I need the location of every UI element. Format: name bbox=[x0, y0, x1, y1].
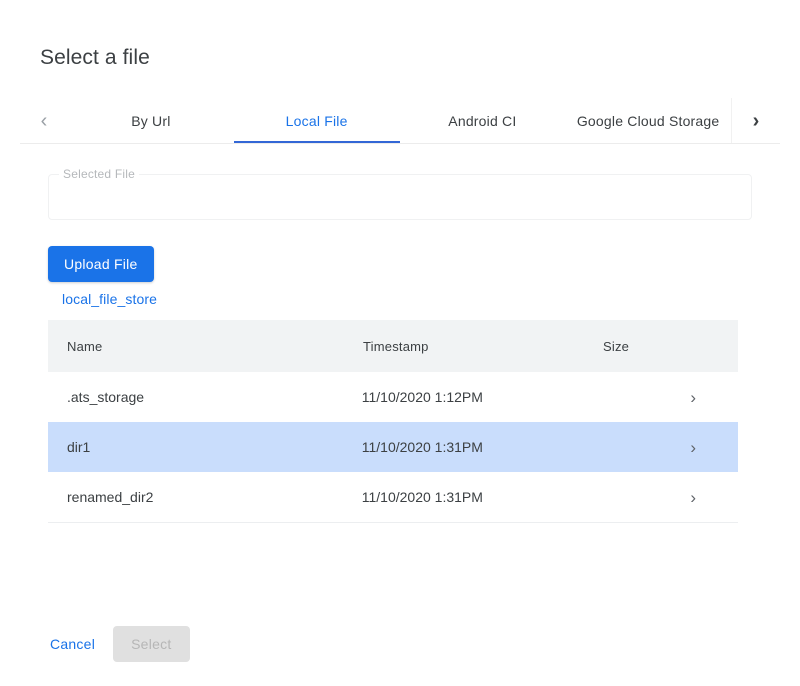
tab-label: By Url bbox=[131, 113, 170, 129]
cell-timestamp: 11/10/2020 1:31PM bbox=[362, 489, 601, 505]
select-button[interactable]: Select bbox=[113, 626, 189, 662]
tab-google-cloud-storage[interactable]: Google Cloud Storage bbox=[565, 98, 731, 143]
selected-file-label: Selected File bbox=[59, 167, 139, 181]
tab-android-ci[interactable]: Android CI bbox=[400, 98, 566, 143]
tab-label: Google Cloud Storage bbox=[577, 113, 720, 129]
page-title: Select a file bbox=[40, 44, 150, 72]
file-table: Name Timestamp Size .ats_storage 11/10/2… bbox=[48, 320, 738, 523]
selected-file-input[interactable] bbox=[62, 182, 738, 214]
row-open-action[interactable]: › bbox=[690, 439, 738, 456]
column-header-name: Name bbox=[48, 339, 363, 354]
cell-timestamp: 11/10/2020 1:31PM bbox=[362, 439, 601, 455]
cell-name: renamed_dir2 bbox=[48, 489, 362, 505]
chevron-right-icon: › bbox=[690, 388, 696, 407]
row-open-action[interactable]: › bbox=[690, 489, 738, 506]
tab-local-file[interactable]: Local File bbox=[234, 98, 400, 143]
select-file-dialog: Select a file ‹ By Url Local File Androi… bbox=[0, 0, 800, 686]
table-bottom-divider bbox=[48, 522, 738, 523]
tab-by-url[interactable]: By Url bbox=[68, 98, 234, 143]
table-header-row: Name Timestamp Size bbox=[48, 320, 738, 372]
tab-bar: ‹ By Url Local File Android CI Google Cl… bbox=[20, 98, 780, 144]
chevron-left-icon[interactable]: ‹ bbox=[20, 98, 68, 143]
row-open-action[interactable]: › bbox=[690, 389, 738, 406]
chevron-right-icon[interactable]: › bbox=[731, 98, 780, 143]
upload-file-button[interactable]: Upload File bbox=[48, 246, 154, 282]
cell-timestamp: 11/10/2020 1:12PM bbox=[362, 389, 601, 405]
cell-name: .ats_storage bbox=[48, 389, 362, 405]
cancel-button[interactable]: Cancel bbox=[40, 626, 105, 662]
column-header-size: Size bbox=[603, 339, 693, 354]
breadcrumb[interactable]: local_file_store bbox=[62, 291, 157, 307]
column-header-timestamp: Timestamp bbox=[363, 339, 603, 354]
tab-label: Android CI bbox=[448, 113, 516, 129]
selected-file-field[interactable]: Selected File bbox=[48, 174, 752, 220]
table-row[interactable]: renamed_dir2 11/10/2020 1:31PM › bbox=[48, 472, 738, 522]
tab-label: Local File bbox=[286, 113, 348, 129]
dialog-footer: Cancel Select bbox=[40, 626, 190, 662]
chevron-right-icon: › bbox=[690, 488, 696, 507]
tab-list: By Url Local File Android CI Google Clou… bbox=[68, 98, 731, 143]
chevron-right-icon: › bbox=[690, 438, 696, 457]
cell-name: dir1 bbox=[48, 439, 362, 455]
table-row[interactable]: dir1 11/10/2020 1:31PM › bbox=[48, 422, 738, 472]
table-row[interactable]: .ats_storage 11/10/2020 1:12PM › bbox=[48, 372, 738, 422]
